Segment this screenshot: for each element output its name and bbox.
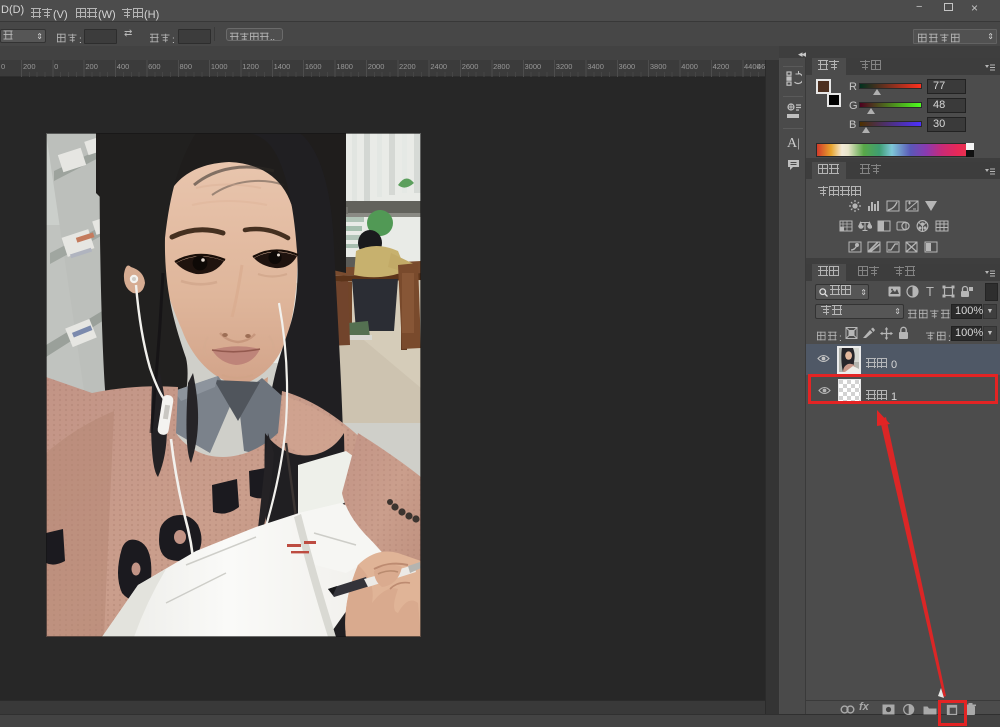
svg-text:T: T xyxy=(926,284,934,298)
